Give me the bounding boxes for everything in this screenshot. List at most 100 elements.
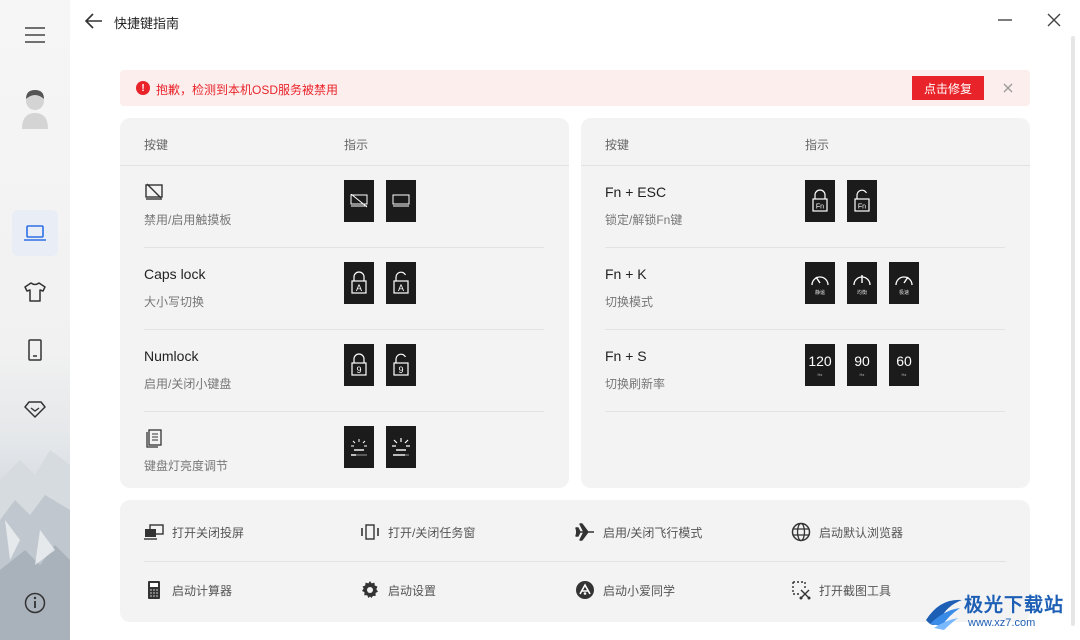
dismiss-alert-icon[interactable] bbox=[1000, 80, 1016, 96]
watermark-logo bbox=[926, 599, 962, 630]
touchpad-disabled-icon bbox=[145, 183, 163, 200]
minimize-icon[interactable] bbox=[995, 10, 1015, 30]
mode-label: 静谧 bbox=[814, 289, 825, 296]
shortcut-desc: 启用/关闭小键盘 bbox=[144, 377, 232, 391]
refresh-unit: Hz bbox=[817, 371, 823, 377]
header-hint: 指示 bbox=[344, 138, 369, 152]
action-label: 启动设置 bbox=[388, 583, 437, 598]
action-label: 打开截图工具 bbox=[819, 583, 892, 598]
shortcut-desc: 键盘灯亮度调节 bbox=[144, 459, 229, 473]
about-button[interactable] bbox=[12, 580, 58, 626]
calculator-icon bbox=[148, 581, 160, 599]
close-window-icon[interactable] bbox=[1044, 10, 1064, 30]
error-icon: ! bbox=[136, 81, 150, 95]
caps-unlock-icon: A bbox=[393, 271, 409, 294]
action-xiaoai[interactable]: 启动小爱同学 bbox=[575, 579, 675, 601]
backlight-low-icon bbox=[351, 439, 367, 456]
backlight-high-icon bbox=[392, 438, 410, 456]
hamburger-icon bbox=[25, 27, 45, 43]
watermark: 极光下载站 www.xz7.com bbox=[918, 584, 1078, 640]
alert-message: 抱歉，检测到本机OSD服务被禁用 bbox=[156, 83, 339, 97]
shortcut-row-keyboard-light: 键盘灯亮度调节 bbox=[144, 412, 544, 494]
quick-actions-panel: 打开关闭投屏 打开/关闭任务窗 启用/关闭飞行模式 启动默认浏览器 启动计算器 bbox=[120, 500, 1030, 622]
shortcut-row-fn-k: Fn + K 切换模式 静谧 均衡 极速 bbox=[605, 248, 1005, 330]
backlight-low-tile bbox=[344, 426, 374, 468]
gauge-quiet-icon bbox=[811, 275, 829, 285]
watermark-name: 极光下载站 bbox=[964, 595, 1065, 616]
action-label: 启动计算器 bbox=[172, 583, 233, 598]
fix-button[interactable]: 点击修复 bbox=[912, 76, 984, 100]
shortcut-panel-right: 按键 指示 Fn + ESC 锁定/解锁Fn键 Fn Fn Fn + K 切换模… bbox=[581, 118, 1030, 488]
header-key: 按键 bbox=[605, 138, 630, 152]
nav-device[interactable] bbox=[12, 327, 58, 373]
xiaoai-icon bbox=[576, 581, 594, 599]
refresh-value: 120 bbox=[808, 352, 832, 369]
action-screen-cast[interactable]: 打开关闭投屏 bbox=[144, 521, 244, 543]
touchpad-off-icon bbox=[350, 194, 368, 208]
indicator-tiles: Fn Fn bbox=[805, 180, 877, 222]
action-label: 启用/关闭飞行模式 bbox=[603, 525, 703, 540]
svg-text:A: A bbox=[356, 283, 362, 293]
scrollbar[interactable] bbox=[1071, 36, 1075, 626]
shortcut-key: Fn + ESC bbox=[605, 184, 667, 200]
caps-unlock-tile: A bbox=[386, 262, 416, 304]
indicator-tiles bbox=[344, 180, 416, 222]
header-key: 按键 bbox=[144, 138, 169, 152]
action-airplane-mode[interactable]: 启用/关闭飞行模式 bbox=[575, 521, 702, 543]
action-label: 启动小爱同学 bbox=[603, 583, 676, 598]
svg-text:9: 9 bbox=[356, 365, 361, 375]
indicator-tiles: 静谧 均衡 极速 bbox=[805, 262, 919, 304]
shortcut-row-touchpad: 禁用/启用触摸板 bbox=[144, 166, 544, 248]
refresh-120-tile: 120 Hz bbox=[805, 344, 835, 386]
shortcut-desc: 大小写切换 bbox=[144, 295, 205, 309]
header-hint: 指示 bbox=[805, 138, 830, 152]
tshirt-icon bbox=[24, 282, 46, 302]
nav-theme[interactable] bbox=[12, 269, 58, 315]
shortcut-key: Fn + K bbox=[605, 266, 647, 282]
action-settings[interactable]: 启动设置 bbox=[360, 579, 436, 601]
mode-label: 极速 bbox=[898, 289, 909, 296]
shortcut-desc: 禁用/启用触摸板 bbox=[144, 213, 232, 227]
indicator-tiles: 120 Hz 90 Hz 60 Hz bbox=[805, 344, 919, 386]
num-lock-icon: 9 bbox=[351, 353, 367, 376]
phone-icon bbox=[28, 339, 42, 361]
action-screenshot[interactable]: 打开截图工具 bbox=[791, 579, 891, 601]
shortcut-key: Numlock bbox=[144, 348, 199, 364]
keyboard-light-icon bbox=[146, 429, 162, 448]
action-label: 打开/关闭任务窗 bbox=[388, 525, 476, 540]
action-task-window[interactable]: 打开/关闭任务窗 bbox=[360, 521, 475, 543]
num-unlock-icon: 9 bbox=[393, 353, 409, 376]
fn-unlock-icon: Fn bbox=[854, 189, 870, 212]
action-browser[interactable]: 启动默认浏览器 bbox=[791, 521, 903, 543]
action-calculator[interactable]: 启动计算器 bbox=[144, 579, 232, 601]
menu-button[interactable] bbox=[12, 12, 58, 58]
caps-lock-icon: A bbox=[351, 271, 367, 294]
shortcut-desc: 切换模式 bbox=[605, 295, 654, 309]
shortcut-key: Caps lock bbox=[144, 266, 206, 282]
backlight-high-tile bbox=[386, 426, 416, 468]
refresh-unit: Hz bbox=[901, 371, 907, 377]
nav-premium[interactable] bbox=[12, 386, 58, 432]
svg-text:Fn: Fn bbox=[816, 204, 824, 211]
fn-lock-tile: Fn bbox=[805, 180, 835, 222]
action-label: 打开关闭投屏 bbox=[172, 525, 245, 540]
avatar bbox=[22, 90, 48, 129]
mode-balanced-tile: 均衡 bbox=[847, 262, 877, 304]
svg-text:9: 9 bbox=[398, 365, 403, 375]
shortcut-desc: 锁定/解锁Fn键 bbox=[605, 213, 683, 227]
num-unlock-tile: 9 bbox=[386, 344, 416, 386]
action-label: 启动默认浏览器 bbox=[819, 525, 904, 540]
gear-icon bbox=[362, 581, 378, 598]
task-window-icon bbox=[361, 524, 379, 540]
user-avatar-button[interactable] bbox=[12, 86, 58, 132]
refresh-unit: Hz bbox=[859, 371, 865, 377]
fn-lock-icon: Fn bbox=[812, 189, 828, 212]
back-arrow-icon[interactable] bbox=[84, 11, 104, 31]
sidebar bbox=[0, 0, 70, 640]
actions-divider bbox=[144, 561, 1006, 562]
svg-text:A: A bbox=[398, 283, 404, 293]
screen-cast-icon bbox=[144, 524, 164, 540]
nav-laptop[interactable] bbox=[12, 210, 58, 256]
fn-unlock-tile: Fn bbox=[847, 180, 877, 222]
laptop-icon bbox=[24, 225, 46, 241]
